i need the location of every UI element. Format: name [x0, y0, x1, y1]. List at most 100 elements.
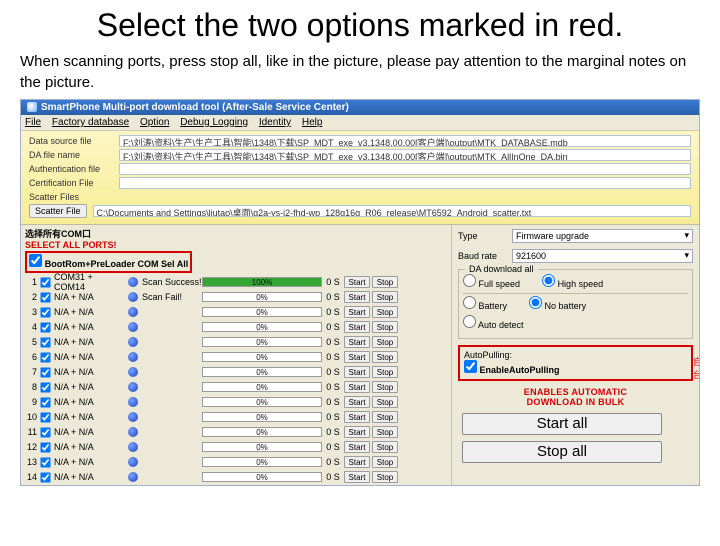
port-checkbox[interactable]	[40, 427, 50, 437]
port-time: 0 S	[324, 442, 342, 452]
port-number: 11	[25, 427, 37, 437]
app-window: SmartPhone Multi-port download tool (Aft…	[20, 99, 700, 486]
menu-factory[interactable]: Factory database	[52, 117, 129, 128]
port-number: 6	[25, 352, 37, 362]
port-stop-button[interactable]: Stop	[372, 426, 398, 438]
port-checkbox[interactable]	[40, 337, 50, 347]
select-all-checkbox[interactable]	[29, 254, 42, 267]
port-stop-button[interactable]: Stop	[372, 396, 398, 408]
autopull-redbox: AutoPulling: EnableAutoPulling 自动下载下一台	[458, 345, 693, 381]
menubar: File Factory database Option Debug Loggi…	[21, 115, 699, 131]
status-dot-icon	[128, 382, 138, 392]
port-stop-button[interactable]: Stop	[372, 381, 398, 393]
port-name: N/A + N/A	[54, 292, 126, 302]
autopull-legend: AutoPulling:	[464, 350, 687, 360]
type-value: Firmware upgrade	[516, 231, 589, 241]
port-start-button[interactable]: Start	[344, 366, 370, 378]
stop-all-button[interactable]: Stop all	[462, 441, 662, 463]
port-stop-button[interactable]: Stop	[372, 291, 398, 303]
port-row: 12N/A + N/A0%0 SStartStop	[25, 440, 447, 455]
type-select[interactable]: Firmware upgrade ▾	[512, 229, 693, 243]
port-name: N/A + N/A	[54, 427, 126, 437]
port-stop-button[interactable]: Stop	[372, 441, 398, 453]
port-stop-button[interactable]: Stop	[372, 351, 398, 363]
port-progress: 0%	[202, 307, 322, 317]
port-progress: 0%	[202, 367, 322, 377]
port-start-button[interactable]: Start	[344, 396, 370, 408]
autopull-checkbox[interactable]	[464, 360, 477, 373]
port-name: N/A + N/A	[54, 442, 126, 452]
port-start-button[interactable]: Start	[344, 276, 370, 288]
port-start-button[interactable]: Start	[344, 351, 370, 363]
port-checkbox[interactable]	[40, 292, 50, 302]
port-stop-button[interactable]: Stop	[372, 321, 398, 333]
port-start-button[interactable]: Start	[344, 471, 370, 483]
enables-note: ENABLES AUTOMATIC DOWNLOAD IN BULK	[458, 387, 693, 407]
port-stop-button[interactable]: Stop	[372, 411, 398, 423]
menu-debug[interactable]: Debug Logging	[180, 117, 248, 128]
da-file-input[interactable]: F:\刘涛\资料\生产\生产工具\智能\1348\下载\SP_MDT_exe_v…	[119, 149, 691, 161]
port-checkbox[interactable]	[40, 322, 50, 332]
da-file-label: DA file name	[29, 150, 119, 160]
port-start-button[interactable]: Start	[344, 456, 370, 468]
menu-identity[interactable]: Identity	[259, 117, 291, 128]
cert-input[interactable]	[119, 177, 691, 189]
port-checkbox[interactable]	[40, 367, 50, 377]
high-speed-radio[interactable]: High speed	[542, 274, 603, 289]
port-row: 10N/A + N/A0%0 SStartStop	[25, 410, 447, 425]
chevron-down-icon: ▾	[684, 230, 689, 241]
port-start-button[interactable]: Start	[344, 441, 370, 453]
port-stop-button[interactable]: Stop	[372, 306, 398, 318]
port-checkbox[interactable]	[40, 277, 50, 287]
autopull-cn-note: 自动下载下一台	[693, 355, 700, 381]
port-stop-button[interactable]: Stop	[372, 336, 398, 348]
port-progress: 0%	[202, 292, 322, 302]
port-name: N/A + N/A	[54, 322, 126, 332]
port-checkbox[interactable]	[40, 442, 50, 452]
port-progress: 0%	[202, 427, 322, 437]
port-checkbox[interactable]	[40, 307, 50, 317]
port-checkbox[interactable]	[40, 412, 50, 422]
port-start-button[interactable]: Start	[344, 321, 370, 333]
menu-help[interactable]: Help	[302, 117, 323, 128]
auto-detect-radio[interactable]: Auto detect	[463, 315, 524, 330]
status-dot-icon	[128, 397, 138, 407]
battery-radio[interactable]: Battery	[463, 296, 507, 311]
port-stop-button[interactable]: Stop	[372, 366, 398, 378]
scatter-input[interactable]: C:\Documents and Settings\liutao\桌面\g2a-…	[93, 205, 691, 217]
port-stop-button[interactable]: Stop	[372, 276, 398, 288]
port-start-button[interactable]: Start	[344, 336, 370, 348]
port-stop-button[interactable]: Stop	[372, 471, 398, 483]
port-start-button[interactable]: Start	[344, 426, 370, 438]
port-start-button[interactable]: Start	[344, 291, 370, 303]
port-name: N/A + N/A	[54, 367, 126, 377]
port-time: 0 S	[324, 382, 342, 392]
port-checkbox[interactable]	[40, 457, 50, 467]
status-dot-icon	[128, 427, 138, 437]
port-start-button[interactable]: Start	[344, 306, 370, 318]
autopull-checkbox-label[interactable]: EnableAutoPulling	[464, 365, 560, 375]
port-start-button[interactable]: Start	[344, 411, 370, 423]
no-battery-radio[interactable]: No battery	[529, 296, 586, 311]
data-source-input[interactable]: F:\刘涛\资料\生产\生产工具\智能\1348\下载\SP_MDT_exe_v…	[119, 135, 691, 147]
port-stop-button[interactable]: Stop	[372, 456, 398, 468]
start-all-button[interactable]: Start all	[462, 413, 662, 435]
port-number: 8	[25, 382, 37, 392]
port-time: 0 S	[324, 292, 342, 302]
port-start-button[interactable]: Start	[344, 381, 370, 393]
port-progress: 0%	[202, 412, 322, 422]
full-speed-radio[interactable]: Full speed	[463, 274, 520, 289]
port-name: COM31 + COM14	[54, 272, 126, 292]
port-checkbox[interactable]	[40, 472, 50, 482]
port-checkbox[interactable]	[40, 352, 50, 362]
menu-option[interactable]: Option	[140, 117, 169, 128]
port-time: 0 S	[324, 322, 342, 332]
menu-file[interactable]: File	[25, 117, 41, 128]
status-dot-icon	[128, 337, 138, 347]
port-name: N/A + N/A	[54, 382, 126, 392]
baud-select[interactable]: 921600 ▾	[512, 249, 693, 263]
port-checkbox[interactable]	[40, 397, 50, 407]
port-checkbox[interactable]	[40, 382, 50, 392]
auth-input[interactable]	[119, 163, 691, 175]
scatter-button[interactable]: Scatter File	[29, 204, 87, 218]
